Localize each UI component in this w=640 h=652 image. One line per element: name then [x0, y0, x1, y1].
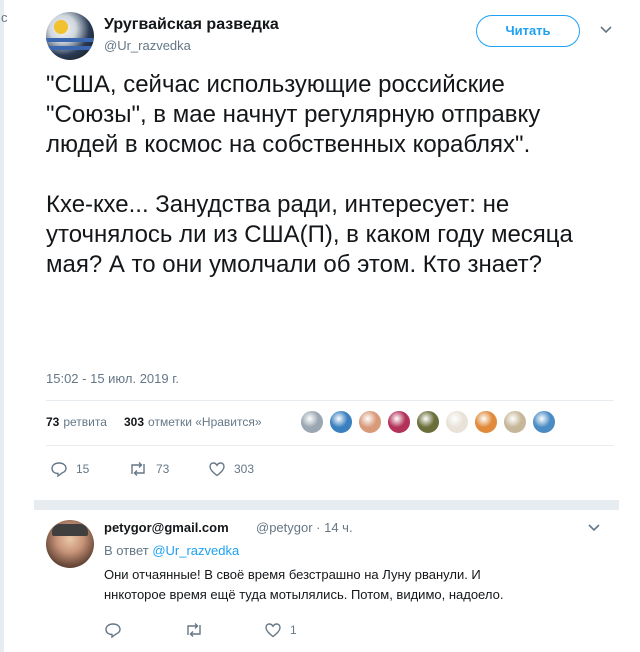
reply-icon — [51, 462, 67, 478]
page-left-border — [0, 0, 4, 652]
thread-divider — [34, 500, 619, 510]
tweet-timestamp[interactable]: 15:02 - 15 июл. 2019 г. — [46, 371, 179, 386]
tweet-actions: 15 73 303 — [46, 458, 614, 482]
retweet-stat-label: ретвита — [63, 415, 107, 429]
reply-icon — [105, 623, 121, 639]
avatar-stripe — [46, 38, 94, 42]
retweet-icon — [187, 623, 201, 637]
liker-avatar[interactable] — [416, 410, 440, 434]
reply-like-button[interactable]: 1 — [264, 619, 297, 641]
avatar-hat — [52, 524, 88, 536]
reply-reply-button[interactable] — [104, 619, 130, 641]
chevron-down-icon[interactable] — [598, 22, 614, 38]
retweet-stat[interactable]: 73 ретвита — [46, 415, 107, 429]
retweet-icon — [131, 462, 145, 476]
reply-context-handle[interactable]: @Ur_razvedka — [152, 543, 239, 558]
reply-like-count: 1 — [290, 623, 297, 637]
reply-count: 15 — [76, 462, 90, 476]
reply-tweet: petygor@gmail.com @petygor · 14 ч. В отв… — [34, 510, 619, 652]
liker-avatar[interactable] — [300, 410, 324, 434]
corner-glyph: c — [1, 10, 8, 25]
like-stat-count: 303 — [124, 415, 145, 429]
reply-actions: 1 — [104, 619, 504, 641]
reply-author-handle[interactable]: @petygor · 14 ч. — [256, 520, 353, 535]
liker-avatar[interactable] — [329, 410, 353, 434]
retweet-count: 73 — [156, 462, 170, 476]
avatar-sun — [54, 20, 68, 34]
like-count: 303 — [234, 462, 255, 476]
reply-avatar[interactable] — [46, 520, 94, 568]
main-tweet: Уругвайская разведка @Ur_razvedka Читать… — [34, 0, 619, 500]
heart-icon — [209, 462, 225, 477]
liker-avatar[interactable] — [503, 410, 527, 434]
liker-avatar[interactable] — [474, 410, 498, 434]
retweet-stat-count: 73 — [46, 415, 60, 429]
avatar[interactable] — [46, 12, 94, 60]
like-button[interactable]: 303 — [208, 458, 254, 480]
like-stat-label: отметки «Нравится» — [148, 415, 262, 429]
liker-avatar[interactable] — [445, 410, 469, 434]
reply-context: В ответ @Ur_razvedka — [104, 543, 239, 558]
tweet-header: Уругвайская разведка @Ur_razvedka Читать — [46, 12, 614, 62]
reply-button[interactable]: 15 — [50, 458, 89, 480]
tweet-text: "США, сейчас использующие российские "Со… — [46, 71, 573, 278]
avatar-stripe — [46, 46, 94, 50]
reply-retweet-button[interactable] — [184, 619, 212, 641]
follow-button[interactable]: Читать — [476, 15, 580, 47]
reply-text: Они отчаянные! В своё время безстрашно н… — [104, 567, 504, 602]
liker-avatar[interactable] — [532, 410, 556, 434]
like-stat[interactable]: 303 отметки «Нравится» — [124, 415, 262, 429]
author-handle[interactable]: @Ur_razvedka — [104, 38, 191, 53]
retweet-button[interactable]: 73 — [128, 458, 169, 480]
author-name[interactable]: Уругвайская разведка — [104, 16, 279, 34]
liker-avatar[interactable] — [358, 410, 382, 434]
liker-avatar[interactable] — [387, 410, 411, 434]
reply-context-prefix: В ответ — [104, 543, 149, 558]
heart-icon — [265, 623, 281, 638]
reply-author-name[interactable]: petygor@gmail.com — [104, 520, 229, 535]
chevron-down-icon[interactable] — [586, 520, 602, 536]
tweet-stats: 73 ретвита 303 отметки «Нравится» — [46, 400, 614, 446]
